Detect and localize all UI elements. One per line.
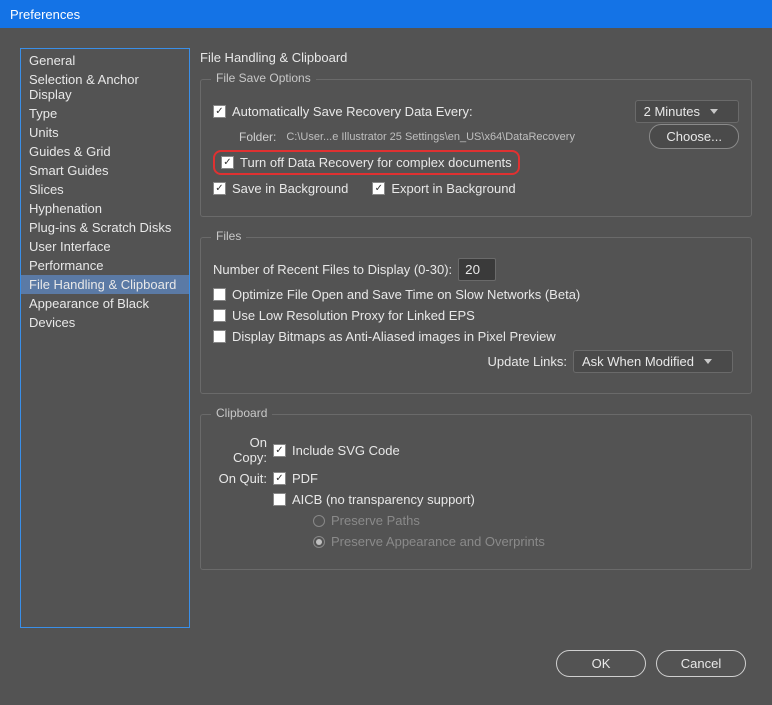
sidebar-item-type[interactable]: Type — [21, 104, 189, 123]
sidebar-item-file-handling-clipboard[interactable]: File Handling & Clipboard — [21, 275, 189, 294]
recent-files-input[interactable] — [458, 258, 496, 281]
window-title: Preferences — [10, 7, 80, 22]
pdf-label: PDF — [292, 471, 318, 486]
export-background-checkbox[interactable] — [372, 182, 385, 195]
aicb-checkbox[interactable] — [273, 493, 286, 506]
sidebar-item-slices[interactable]: Slices — [21, 180, 189, 199]
sidebar-item-guides-grid[interactable]: Guides & Grid — [21, 142, 189, 161]
preferences-sidebar: GeneralSelection & Anchor DisplayTypeUni… — [20, 48, 190, 628]
on-copy-label: On Copy: — [213, 435, 267, 465]
preserve-appearance-radio[interactable] — [313, 536, 325, 548]
sidebar-item-appearance-of-black[interactable]: Appearance of Black — [21, 294, 189, 313]
low-res-proxy-label: Use Low Resolution Proxy for Linked EPS — [232, 308, 475, 323]
highlight-box: Turn off Data Recovery for complex docum… — [213, 150, 520, 175]
pdf-checkbox[interactable] — [273, 472, 286, 485]
optimize-network-checkbox[interactable] — [213, 288, 226, 301]
clipboard-legend: Clipboard — [211, 406, 272, 420]
turn-off-recovery-label: Turn off Data Recovery for complex docum… — [240, 155, 512, 170]
auto-save-checkbox[interactable] — [213, 105, 226, 118]
sidebar-item-general[interactable]: General — [21, 51, 189, 70]
include-svg-label: Include SVG Code — [292, 443, 400, 458]
ok-button[interactable]: OK — [556, 650, 646, 677]
include-svg-checkbox[interactable] — [273, 444, 286, 457]
cancel-button[interactable]: Cancel — [656, 650, 746, 677]
sidebar-item-user-interface[interactable]: User Interface — [21, 237, 189, 256]
folder-label: Folder: — [239, 130, 276, 144]
main-panel: File Handling & Clipboard File Save Opti… — [200, 48, 752, 628]
optimize-network-label: Optimize File Open and Save Time on Slow… — [232, 287, 580, 302]
auto-save-interval-select[interactable]: 2 Minutes — [635, 100, 739, 123]
clipboard-group: Clipboard On Copy: Include SVG Code On Q… — [200, 414, 752, 570]
sidebar-item-hyphenation[interactable]: Hyphenation — [21, 199, 189, 218]
sidebar-item-plug-ins-scratch-disks[interactable]: Plug-ins & Scratch Disks — [21, 218, 189, 237]
low-res-proxy-checkbox[interactable] — [213, 309, 226, 322]
bitmap-antialias-label: Display Bitmaps as Anti-Aliased images i… — [232, 329, 556, 344]
preserve-paths-label: Preserve Paths — [331, 513, 420, 528]
recent-files-label: Number of Recent Files to Display (0-30)… — [213, 262, 452, 277]
folder-path: C:\User...e Illustrator 25 Settings\en_U… — [286, 131, 575, 143]
update-links-select[interactable]: Ask When Modified — [573, 350, 733, 373]
export-background-label: Export in Background — [391, 181, 515, 196]
preserve-paths-radio[interactable] — [313, 515, 325, 527]
bitmap-antialias-checkbox[interactable] — [213, 330, 226, 343]
file-save-legend: File Save Options — [211, 71, 316, 85]
preserve-appearance-label: Preserve Appearance and Overprints — [331, 534, 545, 549]
save-background-checkbox[interactable] — [213, 182, 226, 195]
auto-save-label: Automatically Save Recovery Data Every: — [232, 104, 473, 119]
update-links-label: Update Links: — [488, 354, 568, 369]
files-group: Files Number of Recent Files to Display … — [200, 237, 752, 394]
save-background-label: Save in Background — [232, 181, 348, 196]
on-quit-label: On Quit: — [213, 471, 267, 486]
sidebar-item-units[interactable]: Units — [21, 123, 189, 142]
sidebar-item-devices[interactable]: Devices — [21, 313, 189, 332]
titlebar: Preferences — [0, 0, 772, 28]
content-area: GeneralSelection & Anchor DisplayTypeUni… — [0, 28, 772, 638]
file-save-options-group: File Save Options Automatically Save Rec… — [200, 79, 752, 217]
aicb-label: AICB (no transparency support) — [292, 492, 475, 507]
page-title: File Handling & Clipboard — [200, 50, 752, 65]
files-legend: Files — [211, 229, 246, 243]
dialog-footer: OK Cancel — [0, 638, 772, 689]
sidebar-item-performance[interactable]: Performance — [21, 256, 189, 275]
sidebar-item-selection-anchor-display[interactable]: Selection & Anchor Display — [21, 70, 189, 104]
sidebar-item-smart-guides[interactable]: Smart Guides — [21, 161, 189, 180]
choose-folder-button[interactable]: Choose... — [649, 124, 739, 149]
turn-off-recovery-checkbox[interactable] — [221, 156, 234, 169]
